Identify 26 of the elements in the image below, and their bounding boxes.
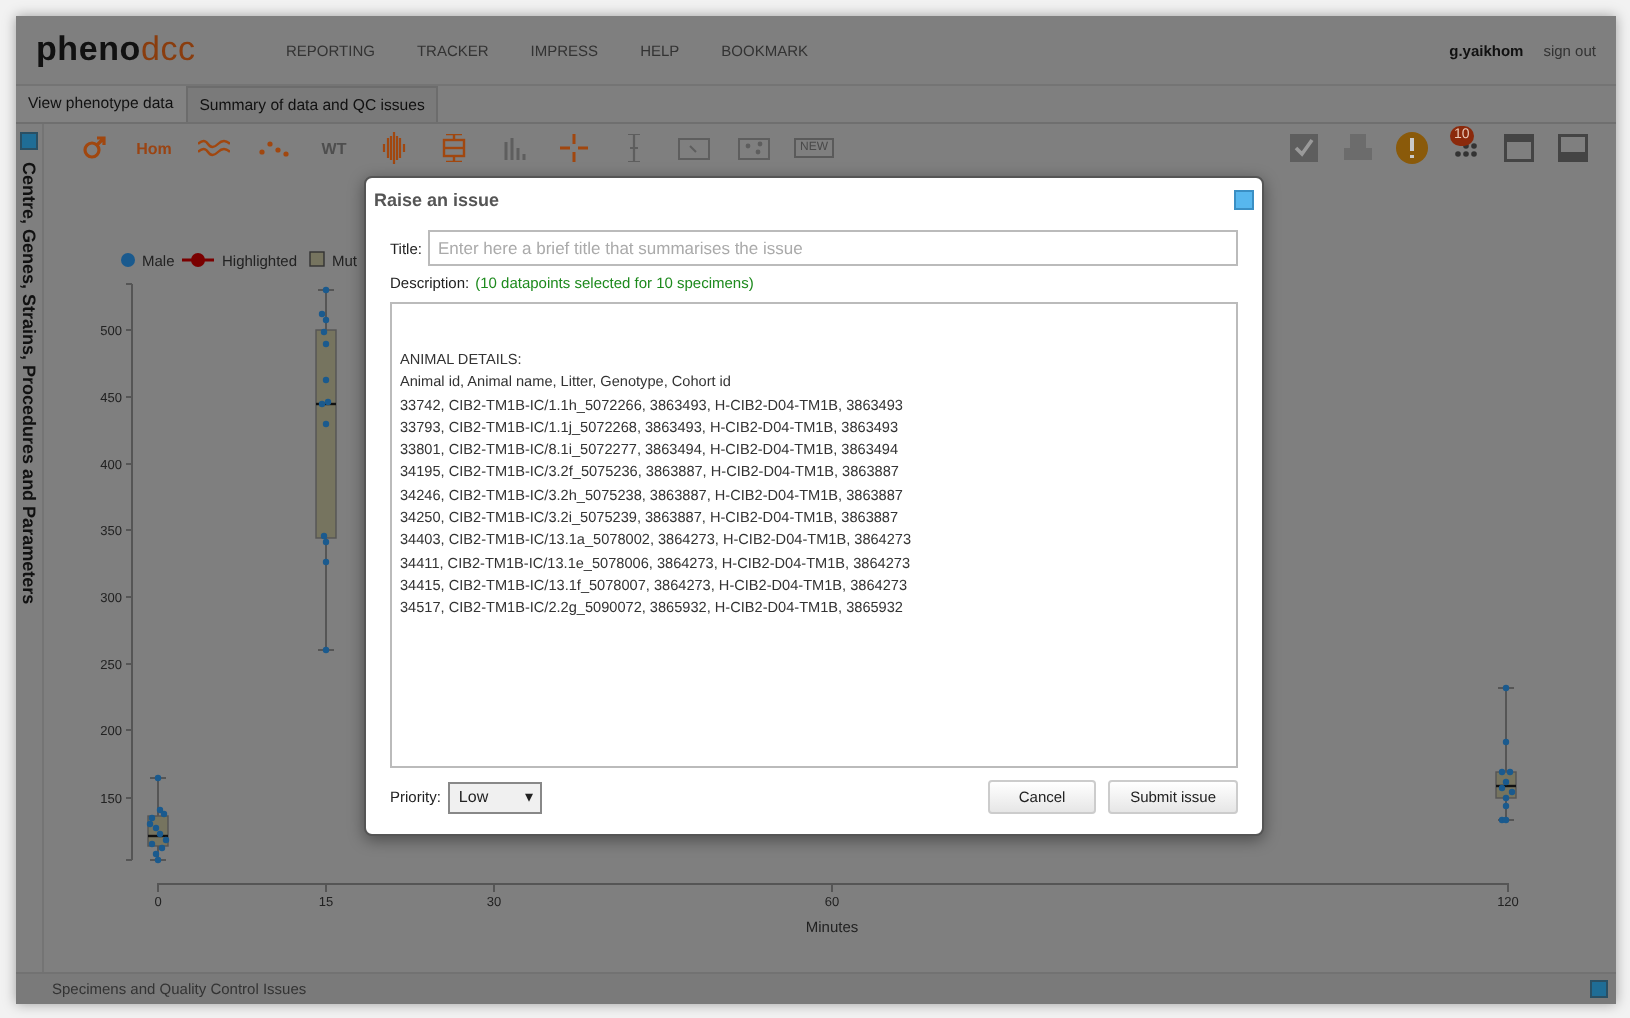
close-button[interactable] (1234, 190, 1254, 210)
legend-box-icon (309, 251, 325, 267)
toggle-button[interactable] (20, 132, 38, 150)
warning-icon[interactable] (1395, 132, 1427, 164)
panel-bottom-icon[interactable] (1558, 134, 1588, 162)
box-plot-drawing (146, 774, 170, 864)
panel-top-icon[interactable] (1504, 134, 1534, 162)
male-symbol-icon[interactable] (82, 136, 106, 160)
sidebar-title[interactable]: Centre, Genes, Strains, Procedures and Parameters (19, 162, 39, 605)
bar-chart-icon[interactable] (502, 136, 526, 160)
logo[interactable]: phenodcc (36, 30, 286, 70)
dialog-title: Raise an issue (374, 190, 500, 210)
box-plot-drawing (1495, 684, 1517, 824)
toggle-button[interactable] (1590, 980, 1608, 998)
box-plot-icon[interactable] (442, 134, 466, 162)
crosshair-icon[interactable] (560, 134, 588, 162)
scatter-dots-icon[interactable] (258, 138, 290, 158)
checkbox-checked-icon[interactable] (1289, 134, 1317, 162)
error-bar-icon[interactable] (626, 134, 642, 162)
title-input-field[interactable]: Enter here a brief title that summarises the issue (427, 230, 1238, 266)
framed-dots-icon[interactable] (738, 137, 770, 159)
priority-select[interactable]: Low ▾ (448, 781, 543, 813)
waveform-icon[interactable] (382, 132, 406, 164)
legend-line-icon (182, 253, 214, 267)
wave-lines-icon[interactable] (198, 138, 230, 158)
legend-dot-icon (121, 253, 135, 267)
